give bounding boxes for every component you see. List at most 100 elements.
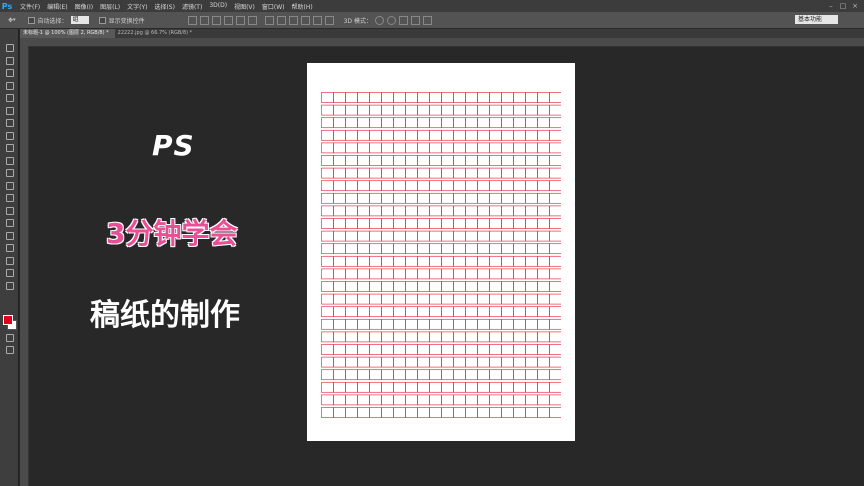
- grid-cell: [333, 180, 346, 192]
- foreground-color-swatch[interactable]: [3, 315, 13, 325]
- horizontal-ruler[interactable]: [20, 38, 864, 47]
- align-left-icon[interactable]: [223, 15, 233, 25]
- grid-cell: [453, 92, 466, 103]
- grid-cell: [345, 92, 358, 103]
- grid-cell: [501, 230, 514, 242]
- menu-item-1[interactable]: 编辑(E): [47, 2, 67, 11]
- move-tool-preset[interactable]: ✥ ▾: [8, 17, 16, 24]
- menu-item-0[interactable]: 文件(F): [20, 2, 40, 11]
- grid-cell: [333, 306, 346, 318]
- 3d-rotate-icon[interactable]: [374, 15, 384, 25]
- align-vcenter-icon[interactable]: [199, 15, 209, 25]
- screen-mode-icon[interactable]: [4, 345, 14, 354]
- type-icon[interactable]: [4, 231, 14, 240]
- move-icon[interactable]: [4, 43, 14, 52]
- grid-cell: [501, 394, 514, 406]
- grid-cell: [417, 407, 430, 418]
- blur-icon[interactable]: [4, 193, 14, 202]
- distribute-top-icon[interactable]: [264, 15, 274, 25]
- menu-item-6[interactable]: 滤镜(T): [182, 2, 202, 11]
- grid-cell: [453, 394, 466, 406]
- grid-cell: [369, 180, 382, 192]
- grid-cell: [357, 407, 370, 418]
- eyedropper-icon[interactable]: [4, 106, 14, 115]
- quick-mask-icon[interactable]: [4, 333, 14, 342]
- grid-cell: [453, 155, 466, 166]
- distribute-hcenter-icon[interactable]: [312, 15, 322, 25]
- dodge-icon[interactable]: [4, 206, 14, 215]
- show-transform-checkbox[interactable]: 显示变换控件: [98, 16, 145, 25]
- lasso-icon[interactable]: [4, 68, 14, 77]
- auto-select-checkbox[interactable]: 自动选择： 组: [27, 16, 89, 25]
- workspace-dropdown[interactable]: 基本功能: [795, 15, 838, 24]
- zoom-icon[interactable]: [4, 281, 14, 290]
- grid-cell: [369, 318, 382, 330]
- brush-icon[interactable]: [4, 131, 14, 140]
- grid-cell: [417, 268, 430, 280]
- document-canvas[interactable]: [307, 63, 575, 441]
- path-select-icon[interactable]: [4, 243, 14, 252]
- crop-icon[interactable]: [4, 93, 14, 102]
- stamp-icon[interactable]: [4, 143, 14, 152]
- grid-cell: [321, 394, 334, 406]
- grid-cell: [501, 167, 514, 179]
- menu-item-5[interactable]: 选择(S): [154, 2, 175, 11]
- grid-cell: [405, 129, 418, 141]
- grid-cell: [477, 155, 490, 166]
- grid-cell: [453, 192, 466, 204]
- grid-cell: [513, 155, 526, 166]
- hand-icon[interactable]: [4, 268, 14, 277]
- menu-item-7[interactable]: 3D(D): [209, 2, 227, 11]
- menu-item-2[interactable]: 图像(I): [75, 2, 93, 11]
- grid-cell: [345, 218, 358, 229]
- tab-22222-jpg[interactable]: 22222.jpg @ 66.7% (RGB/8) *: [115, 29, 199, 38]
- grid-cell: [525, 394, 538, 406]
- grid-cell: [417, 129, 430, 141]
- grid-cell: [393, 205, 406, 217]
- menu-item-9[interactable]: 窗口(W): [262, 2, 285, 11]
- tab-untitled-1[interactable]: 未标题-1 @ 100% (图层 2, RGB/8) *: [20, 29, 115, 38]
- eraser-icon[interactable]: [4, 168, 14, 177]
- grid-cell: [525, 268, 538, 280]
- grid-cell: [333, 129, 346, 141]
- grid-cell: [405, 180, 418, 192]
- gradient-icon[interactable]: [4, 181, 14, 190]
- vertical-ruler[interactable]: [20, 46, 29, 486]
- history-brush-icon[interactable]: [4, 156, 14, 165]
- healing-icon[interactable]: [4, 118, 14, 127]
- minimize-icon[interactable]: –: [826, 1, 836, 10]
- marquee-icon[interactable]: [4, 56, 14, 65]
- menu-item-3[interactable]: 图层(L): [100, 2, 120, 11]
- 3d-scale-icon[interactable]: [422, 15, 432, 25]
- 3d-roll-icon[interactable]: [386, 15, 396, 25]
- close-icon[interactable]: ×: [850, 1, 860, 10]
- menu-item-10[interactable]: 帮助(H): [292, 2, 313, 11]
- grid-cell: [537, 243, 550, 255]
- magic-wand-icon[interactable]: [4, 81, 14, 90]
- 3d-drag-icon[interactable]: [398, 15, 408, 25]
- grid-cell: [405, 369, 418, 381]
- grid-cell: [345, 192, 358, 204]
- distribute-left-icon[interactable]: [300, 15, 310, 25]
- align-top-icon[interactable]: [187, 15, 197, 25]
- 3d-slide-icon[interactable]: [410, 15, 420, 25]
- distribute-right-icon[interactable]: [324, 15, 334, 25]
- menu-item-8[interactable]: 视图(V): [234, 2, 255, 11]
- maximize-icon[interactable]: □: [838, 1, 848, 10]
- shape-icon[interactable]: [4, 256, 14, 265]
- auto-select-dropdown[interactable]: 组: [70, 16, 89, 24]
- pen-icon[interactable]: [4, 218, 14, 227]
- grid-cell: [381, 255, 394, 267]
- grid-cell: [501, 117, 514, 129]
- align-hcenter-icon[interactable]: [235, 15, 245, 25]
- distribute-vcenter-icon[interactable]: [276, 15, 286, 25]
- grid-cell: [393, 293, 406, 305]
- align-right-icon[interactable]: [247, 15, 257, 25]
- distribute-bottom-icon[interactable]: [288, 15, 298, 25]
- align-bottom-icon[interactable]: [211, 15, 221, 25]
- grid-cell: [477, 293, 490, 305]
- grid-cell: [453, 356, 466, 368]
- menu-item-4[interactable]: 文字(Y): [127, 2, 147, 11]
- grid-cell: [345, 331, 358, 343]
- grid-cell: [429, 243, 442, 255]
